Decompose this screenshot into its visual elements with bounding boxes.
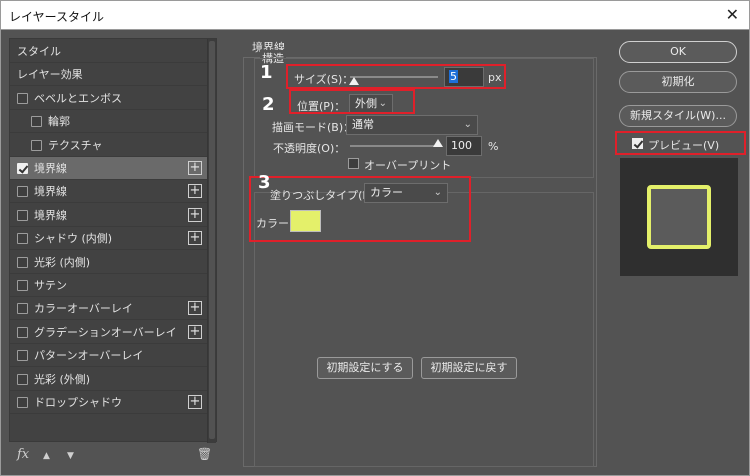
highlight-box-2: [289, 89, 415, 114]
style-checkbox[interactable]: [17, 163, 28, 174]
highlight-box-1: [286, 64, 506, 89]
effects-toolbar: fx ▲ ▼ 🗑: [9, 442, 217, 468]
style-preview: [620, 158, 738, 276]
style-list-label: 境界線: [34, 185, 67, 199]
opacity-slider-track[interactable]: [350, 145, 438, 147]
overprint-label: オーバープリント: [364, 159, 452, 172]
chevron-down-icon: ⌄: [463, 119, 472, 130]
add-effect-icon[interactable]: +: [188, 301, 202, 316]
blend-mode-label: 描画モード(B)：: [272, 121, 355, 134]
move-up-icon[interactable]: ▲: [43, 451, 50, 461]
style-list-scrollbar[interactable]: [207, 39, 216, 443]
style-list-item[interactable]: カラーオーバーレイ +: [10, 297, 208, 321]
style-checkbox[interactable]: [17, 373, 28, 385]
style-list-item[interactable]: サテン: [10, 274, 208, 297]
style-list-item[interactable]: ベベルとエンボス: [10, 87, 208, 110]
preview-thumbnail: [647, 185, 711, 249]
opacity-input[interactable]: 100: [446, 136, 482, 156]
trash-icon[interactable]: 🗑: [197, 447, 212, 461]
reset-button[interactable]: 初期化: [619, 71, 737, 93]
add-effect-icon[interactable]: +: [188, 207, 202, 222]
style-list-label: 光彩 (外側): [34, 372, 91, 386]
reset-to-default-button[interactable]: 初期設定に戻す: [421, 357, 517, 379]
add-effect-icon[interactable]: +: [188, 395, 202, 409]
style-list-label: シャドウ (内側): [34, 232, 113, 246]
style-list-item[interactable]: 境界線 +: [10, 157, 208, 180]
scrollbar-thumb[interactable]: [209, 41, 215, 439]
marker-1: 1: [260, 62, 273, 83]
style-list-panel: スタイル レイヤー効果 ベベルとエンボス 輪郭 テクスチャ 境界線 + 境界線 + 境界線 + シャド…: [9, 38, 217, 443]
style-list-item[interactable]: 境界線 +: [10, 204, 208, 227]
highlight-box-3: [249, 176, 471, 242]
new-style-button[interactable]: 新規スタイル(W)...: [619, 105, 737, 127]
close-icon[interactable]: ✕: [726, 5, 739, 24]
style-list-label: 境界線: [34, 162, 67, 175]
add-effect-icon[interactable]: +: [188, 324, 202, 339]
add-effect-icon[interactable]: +: [188, 161, 202, 175]
style-checkbox[interactable]: [31, 139, 42, 151]
style-list-label: レイヤー効果: [17, 68, 83, 82]
style-list-label: パターンオーバーレイ: [34, 349, 144, 363]
style-checkbox[interactable]: [17, 303, 28, 315]
preview-label: プレビュー(V): [648, 139, 720, 152]
style-list-item[interactable]: テクスチャ: [10, 134, 208, 157]
style-list-item[interactable]: 光彩 (外側): [10, 368, 208, 391]
blend-mode-select[interactable]: 通常 ⌄: [346, 115, 478, 135]
opacity-slider-thumb[interactable]: [433, 139, 443, 147]
style-list-item[interactable]: 輪郭: [10, 110, 208, 134]
style-list-label: グラデーションオーバーレイ: [34, 325, 177, 339]
style-checkbox[interactable]: [17, 256, 28, 268]
style-checkbox[interactable]: [31, 116, 42, 128]
style-list-item[interactable]: グラデーションオーバーレイ +: [10, 321, 208, 344]
window-title: レイヤースタイル: [9, 10, 105, 24]
move-down-icon[interactable]: ▼: [67, 451, 74, 461]
marker-3: 3: [258, 172, 271, 193]
make-default-button[interactable]: 初期設定にする: [317, 357, 413, 379]
style-list-item[interactable]: シャドウ (内側) +: [10, 227, 208, 251]
opacity-label: 不透明度(O)：: [273, 142, 346, 155]
style-list-label: 光彩 (内側): [34, 255, 91, 269]
style-list-item[interactable]: 光彩 (内側): [10, 251, 208, 274]
style-list-item[interactable]: スタイル: [10, 40, 208, 63]
opacity-value: 100: [451, 139, 472, 152]
fx-icon[interactable]: fx: [17, 447, 29, 462]
style-checkbox[interactable]: [17, 350, 28, 362]
style-checkbox[interactable]: [17, 326, 28, 338]
add-effect-icon[interactable]: +: [188, 231, 202, 246]
marker-2: 2: [262, 94, 275, 115]
blend-mode-value: 通常: [352, 118, 374, 131]
opacity-unit: %: [488, 140, 499, 153]
style-checkbox[interactable]: [17, 397, 28, 408]
style-list-label: ベベルとエンボス: [34, 91, 122, 105]
title-bar: レイヤースタイル ✕: [0, 0, 750, 30]
style-list-label: サテン: [34, 279, 67, 292]
style-checkbox[interactable]: [17, 92, 28, 104]
style-checkbox[interactable]: [17, 186, 28, 198]
style-list-label: カラーオーバーレイ: [34, 302, 133, 316]
style-checkbox[interactable]: [17, 233, 28, 245]
style-list-item[interactable]: 境界線 +: [10, 180, 208, 204]
style-list-label: スタイル: [17, 45, 61, 58]
style-list-item[interactable]: レイヤー効果: [10, 63, 208, 87]
style-checkbox[interactable]: [17, 280, 28, 291]
style-list-item[interactable]: ドロップシャドウ +: [10, 391, 208, 414]
ok-button[interactable]: OK: [619, 41, 737, 63]
style-checkbox[interactable]: [17, 209, 28, 221]
style-list-label: ドロップシャドウ: [34, 396, 122, 409]
style-list-label: 輪郭: [48, 115, 70, 129]
style-list-item[interactable]: パターンオーバーレイ: [10, 344, 208, 368]
style-list-label: テクスチャ: [48, 138, 103, 152]
overprint-checkbox[interactable]: [348, 158, 359, 169]
style-list-label: 境界線: [34, 208, 67, 222]
preview-checkbox[interactable]: [632, 138, 643, 149]
add-effect-icon[interactable]: +: [188, 184, 202, 199]
